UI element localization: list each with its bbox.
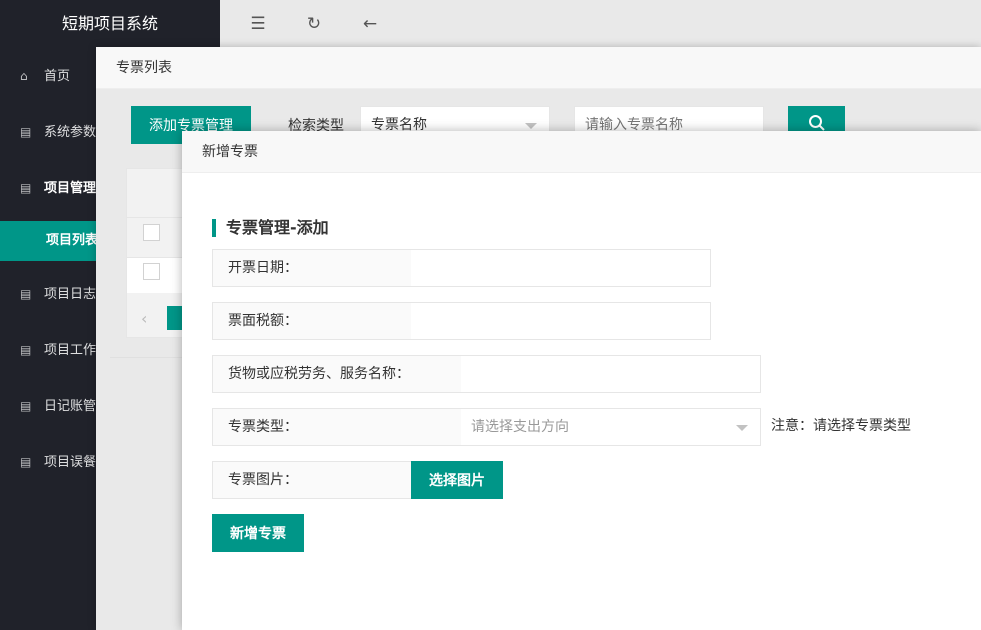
dialog-title: 专票列表 (96, 47, 981, 89)
sidebar-item-label: 项目工作 (44, 343, 97, 358)
dialog-title: 新增专票 (182, 131, 981, 173)
document-icon: ▤ (20, 125, 32, 139)
submit-invoice-button[interactable]: 新增专票 (212, 514, 304, 552)
select-all-checkbox[interactable] (143, 224, 160, 241)
home-icon: ⌂ (20, 69, 28, 83)
choose-image-button[interactable]: 选择图片 (411, 461, 503, 499)
prev-page-icon[interactable]: ‹ (141, 309, 147, 328)
back-arrow-icon[interactable]: ← (358, 12, 382, 36)
refresh-icon[interactable]: ↻ (302, 12, 326, 36)
sidebar-item-label: 首页 (44, 69, 71, 84)
sidebar-item-label: 项目日志 (44, 287, 97, 302)
search-icon (808, 115, 825, 131)
table-row (127, 217, 185, 218)
tax-amount-input[interactable] (411, 302, 711, 340)
goods-name-label: 货物或应税劳务、服务名称： (212, 355, 462, 393)
invoice-table: ‹ (126, 168, 186, 338)
document-icon: ▤ (20, 343, 32, 357)
form-heading: 专票管理-添加 (212, 219, 329, 237)
sidebar-item-label: 日记账管 (44, 399, 97, 414)
sidebar-item-label: 项目误餐 (44, 455, 97, 470)
invoice-image-label: 专票图片： (212, 461, 412, 499)
invoice-date-label: 开票日期： (212, 249, 412, 287)
document-icon: ▤ (20, 455, 32, 469)
document-icon: ▤ (20, 287, 32, 301)
sidebar-item-label: 系统参数 (44, 125, 97, 140)
chevron-down-icon (736, 425, 748, 431)
top-header: ☰ ↻ ← (220, 0, 981, 47)
tax-amount-label: 票面税额： (212, 302, 412, 340)
app-title: 短期项目系统 (0, 0, 220, 47)
chevron-down-icon (525, 123, 537, 129)
add-invoice-dialog: 新增专票 专票管理-添加 开票日期： 票面税额： 货物或应税劳务、服务名称： 专… (182, 131, 981, 630)
invoice-date-input[interactable] (411, 249, 711, 287)
row-checkbox[interactable] (143, 263, 160, 280)
invoice-type-select[interactable]: 请选择支出方向 (461, 408, 761, 446)
goods-name-input[interactable] (461, 355, 761, 393)
sidebar-item-label: 项目列表 (46, 233, 99, 248)
sidebar-item-label: 项目管理 (44, 181, 97, 196)
invoice-type-label: 专票类型： (212, 408, 462, 446)
invoice-type-note: 注意：请选择专票类型 (771, 418, 911, 434)
menu-toggle-icon[interactable]: ☰ (246, 12, 270, 36)
invoice-type-placeholder: 请选择支出方向 (471, 419, 569, 435)
document-icon: ▤ (20, 181, 32, 195)
document-icon: ▤ (20, 399, 32, 413)
